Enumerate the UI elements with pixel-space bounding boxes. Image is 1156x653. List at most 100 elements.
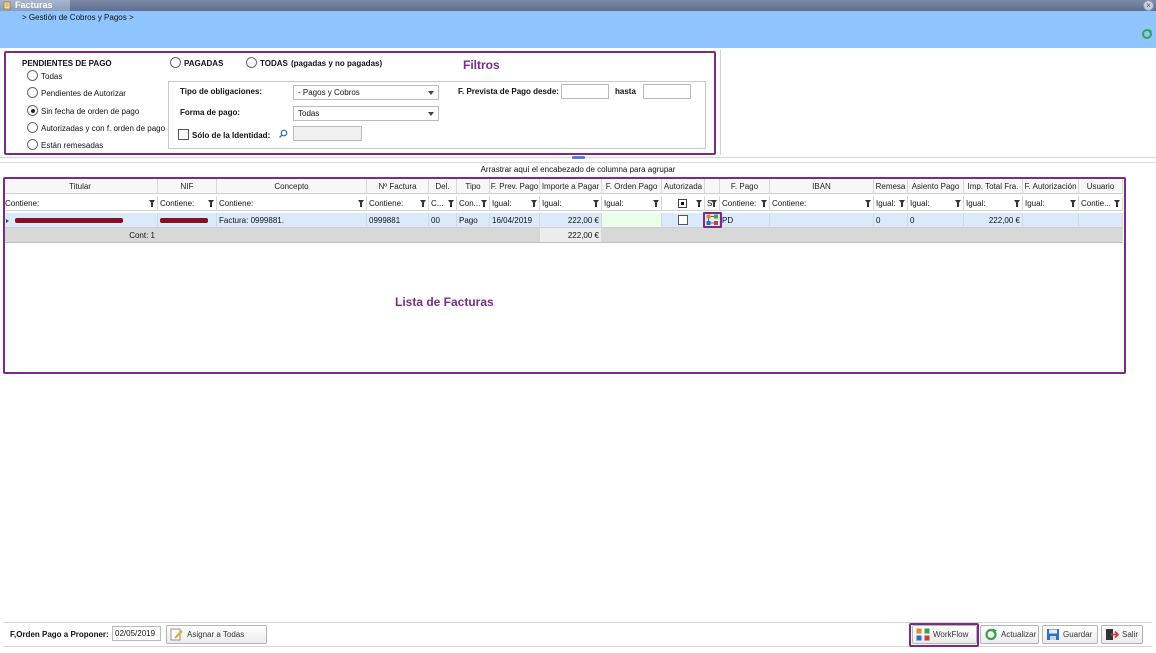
- radio-todas[interactable]: [246, 57, 257, 68]
- close-window-icon[interactable]: ×: [1143, 0, 1154, 11]
- filter-icon[interactable]: [420, 200, 426, 207]
- workflow-button[interactable]: WorkFlow: [912, 625, 977, 644]
- col-usuario[interactable]: Usuario: [1079, 179, 1123, 194]
- filter-icon[interactable]: [1114, 200, 1120, 207]
- group-by-bar[interactable]: Arrastrar aquí el encabezado de columna …: [0, 162, 1156, 176]
- col-remesa[interactable]: Remesa: [874, 179, 908, 194]
- radio-option-todas[interactable]: [27, 70, 38, 81]
- filter-workflow[interactable]: S: [705, 196, 720, 211]
- filter-icon[interactable]: [448, 200, 454, 207]
- cell-f-orden-pago[interactable]: [602, 213, 662, 228]
- cell-iban: [770, 213, 874, 228]
- option-remesadas: Están remesadas: [41, 141, 104, 150]
- filter-icon[interactable]: [531, 200, 537, 207]
- cell-autorizada: [662, 213, 705, 228]
- radio-pagadas[interactable]: [170, 57, 181, 68]
- col-del[interactable]: Del.: [429, 179, 457, 194]
- filter-f-autorizacion[interactable]: Igual:: [1023, 196, 1079, 211]
- exit-icon: [1106, 629, 1119, 640]
- filter-icon[interactable]: [481, 200, 487, 207]
- col-n-factura[interactable]: Nº Factura: [367, 179, 429, 194]
- filter-f-orden-pago[interactable]: Igual:: [602, 196, 662, 211]
- actualizar-button[interactable]: Actualizar: [980, 625, 1039, 644]
- filter-icon[interactable]: [149, 200, 155, 207]
- filter-remesa[interactable]: Igual:: [874, 196, 908, 211]
- col-iban[interactable]: IBAN: [770, 179, 874, 194]
- window-tab[interactable]: Facturas: [0, 0, 70, 11]
- filter-icon[interactable]: [653, 200, 659, 207]
- col-f-orden-pago[interactable]: F. Orden Pago: [602, 179, 662, 194]
- tipo-obligaciones-select[interactable]: - Pagos y Cobros: [293, 85, 439, 100]
- filter-f-prev-pago[interactable]: Igual:: [490, 196, 540, 211]
- filter-f-pago[interactable]: Contiene:: [720, 196, 770, 211]
- col-nif[interactable]: NIF: [158, 179, 217, 194]
- col-concepto[interactable]: Concepto: [217, 179, 367, 194]
- pendientes-title: PENDIENTES DE PAGO: [22, 59, 112, 68]
- asignar-todas-button[interactable]: Asignar a Todas: [166, 625, 267, 644]
- col-importe[interactable]: Importe a Pagar: [540, 179, 602, 194]
- filter-imp-total[interactable]: Igual:: [964, 196, 1023, 211]
- filter-icon[interactable]: [899, 200, 905, 207]
- filter-icon[interactable]: [711, 200, 717, 207]
- cell-concepto: Factura: 0999881.: [217, 213, 367, 228]
- actualizar-label: Actualizar: [1001, 630, 1037, 639]
- label-todas: TODAS: [260, 59, 288, 68]
- filter-icon[interactable]: [1014, 200, 1020, 207]
- filter-asiento[interactable]: Igual:: [908, 196, 964, 211]
- filter-importe[interactable]: Igual:: [540, 196, 602, 211]
- filter-n-factura[interactable]: Contiene:: [367, 196, 429, 211]
- workflow-icon: [916, 628, 930, 641]
- col-f-prev-pago[interactable]: F. Prev. Pago: [490, 179, 540, 194]
- col-f-autorizacion[interactable]: F. Autorización: [1023, 179, 1079, 194]
- guardar-label: Guardar: [1063, 630, 1093, 639]
- filter-concepto[interactable]: Contiene:: [217, 196, 367, 211]
- redacted-text: [15, 218, 123, 223]
- radio-option-pendientes[interactable]: [27, 87, 38, 98]
- workflow-icon[interactable]: [706, 214, 719, 226]
- guardar-button[interactable]: Guardar: [1042, 625, 1098, 644]
- tristate-checkbox[interactable]: [678, 199, 687, 208]
- lista-annotation: Lista de Facturas: [395, 295, 494, 309]
- radio-option-sin-fecha[interactable]: [27, 105, 38, 116]
- invoice-icon: [3, 1, 11, 10]
- filter-icon[interactable]: [955, 200, 961, 207]
- cell-workflow[interactable]: [705, 213, 720, 228]
- option-pendientes: Pendientes de Autorizar: [41, 89, 126, 98]
- col-f-pago[interactable]: F. Pago: [720, 179, 770, 194]
- filter-icon[interactable]: [761, 200, 767, 207]
- filter-icon[interactable]: [865, 200, 871, 207]
- splitter-handle[interactable]: [572, 156, 585, 159]
- filter-icon[interactable]: [1070, 200, 1076, 207]
- radio-option-remesadas[interactable]: [27, 139, 38, 150]
- f-prevista-hasta-input[interactable]: [643, 84, 691, 99]
- autorizada-checkbox[interactable]: [678, 215, 688, 225]
- search-icon[interactable]: [278, 129, 288, 139]
- f-prevista-desde-input[interactable]: [561, 84, 609, 99]
- radio-option-autorizadas[interactable]: [27, 122, 38, 133]
- filter-icon[interactable]: [358, 200, 364, 207]
- f-orden-input[interactable]: 02/05/2019: [112, 626, 161, 641]
- table-row[interactable]: Factura: 0999881. 0999881 00 Pago 16/04/…: [3, 213, 1123, 228]
- identidad-input[interactable]: [293, 126, 362, 141]
- filter-usuario[interactable]: Contie...: [1079, 196, 1123, 211]
- filter-icon[interactable]: [208, 200, 214, 207]
- solo-identidad-checkbox[interactable]: [178, 129, 189, 140]
- col-tipo[interactable]: Tipo: [457, 179, 490, 194]
- filter-autorizada[interactable]: [662, 196, 705, 211]
- col-workflow[interactable]: [705, 179, 720, 194]
- forma-pago-select[interactable]: Todas: [293, 106, 439, 121]
- filter-icon[interactable]: [696, 200, 702, 207]
- breadcrumb[interactable]: > Gestión de Cobros y Pagos >: [22, 13, 134, 22]
- col-asiento-pago[interactable]: Asiento Pago: [908, 179, 964, 194]
- filter-del[interactable]: C...: [429, 196, 457, 211]
- filter-titular[interactable]: Contiene:: [3, 196, 158, 211]
- filter-tipo[interactable]: Con...: [457, 196, 490, 211]
- salir-button[interactable]: Salir: [1101, 625, 1143, 644]
- filter-icon[interactable]: [593, 200, 599, 207]
- col-imp-total[interactable]: Imp. Total Fra.: [964, 179, 1023, 194]
- filter-iban[interactable]: Contiene:: [770, 196, 874, 211]
- filter-nif[interactable]: Contiene:: [158, 196, 217, 211]
- col-autorizada[interactable]: Autorizada: [662, 179, 705, 194]
- col-titular[interactable]: Titular: [3, 179, 158, 194]
- refresh-icon[interactable]: [1141, 28, 1153, 40]
